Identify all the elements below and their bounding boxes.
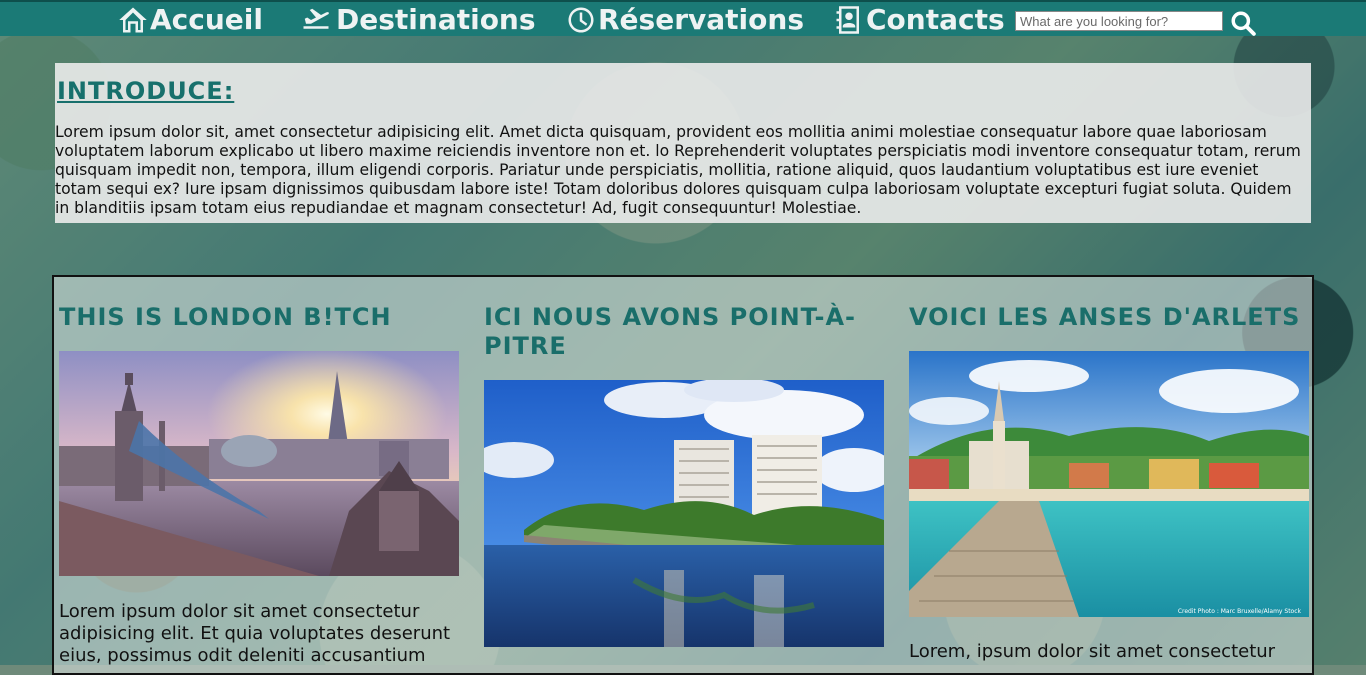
destination-title: VOICI LES ANSES D'ARLETS — [909, 303, 1301, 331]
top-navbar: Accueil Destinations Réservations Contac… — [0, 0, 1366, 36]
intro-title: INTRODUCE: — [57, 77, 235, 105]
nav-label: Destinations — [336, 3, 536, 36]
photo-credit: Credit Photo : Marc Bruxelle/Alamy Stock — [1178, 608, 1302, 615]
destination-text: Lorem ipsum dolor sit amet consectetur a… — [59, 601, 451, 666]
nav-label: Accueil — [150, 3, 263, 36]
destination-text: Lorem, ipsum dolor sit amet consectetur — [909, 641, 1276, 662]
pointe-a-pitre-photo — [484, 380, 884, 647]
anses-darlets-photo: Credit Photo : Marc Bruxelle/Alamy Stock — [909, 351, 1309, 617]
london-photo — [59, 351, 459, 576]
plane-icon — [303, 8, 329, 29]
search-button[interactable] — [1230, 10, 1256, 36]
intro-section: INTRODUCE: Lorem ipsum dolor sit, amet c… — [55, 63, 1311, 223]
nav-label: Contacts — [866, 3, 1005, 36]
nav-accueil[interactable]: Accueil — [118, 3, 263, 36]
contact-card-icon — [836, 5, 859, 34]
destination-title: THIS IS LONDON B!TCH — [59, 303, 392, 331]
home-icon — [119, 7, 147, 32]
nav-label: Réservations — [598, 3, 804, 36]
clock-icon — [568, 7, 594, 32]
search-icon — [1231, 11, 1256, 36]
nav-contacts[interactable]: Contacts — [834, 3, 1005, 36]
nav-destinations[interactable]: Destinations — [298, 3, 536, 36]
intro-text: Lorem ipsum dolor sit, amet consectetur … — [55, 123, 1301, 217]
search-input[interactable] — [1015, 11, 1223, 31]
nav-reservations[interactable]: Réservations — [566, 3, 804, 36]
destination-title: ICI NOUS AVONS POINT-À-PITRE — [484, 303, 857, 360]
destinations-section: THIS IS LONDON B!TCH Lorem ipsum dolor s… — [52, 275, 1314, 675]
